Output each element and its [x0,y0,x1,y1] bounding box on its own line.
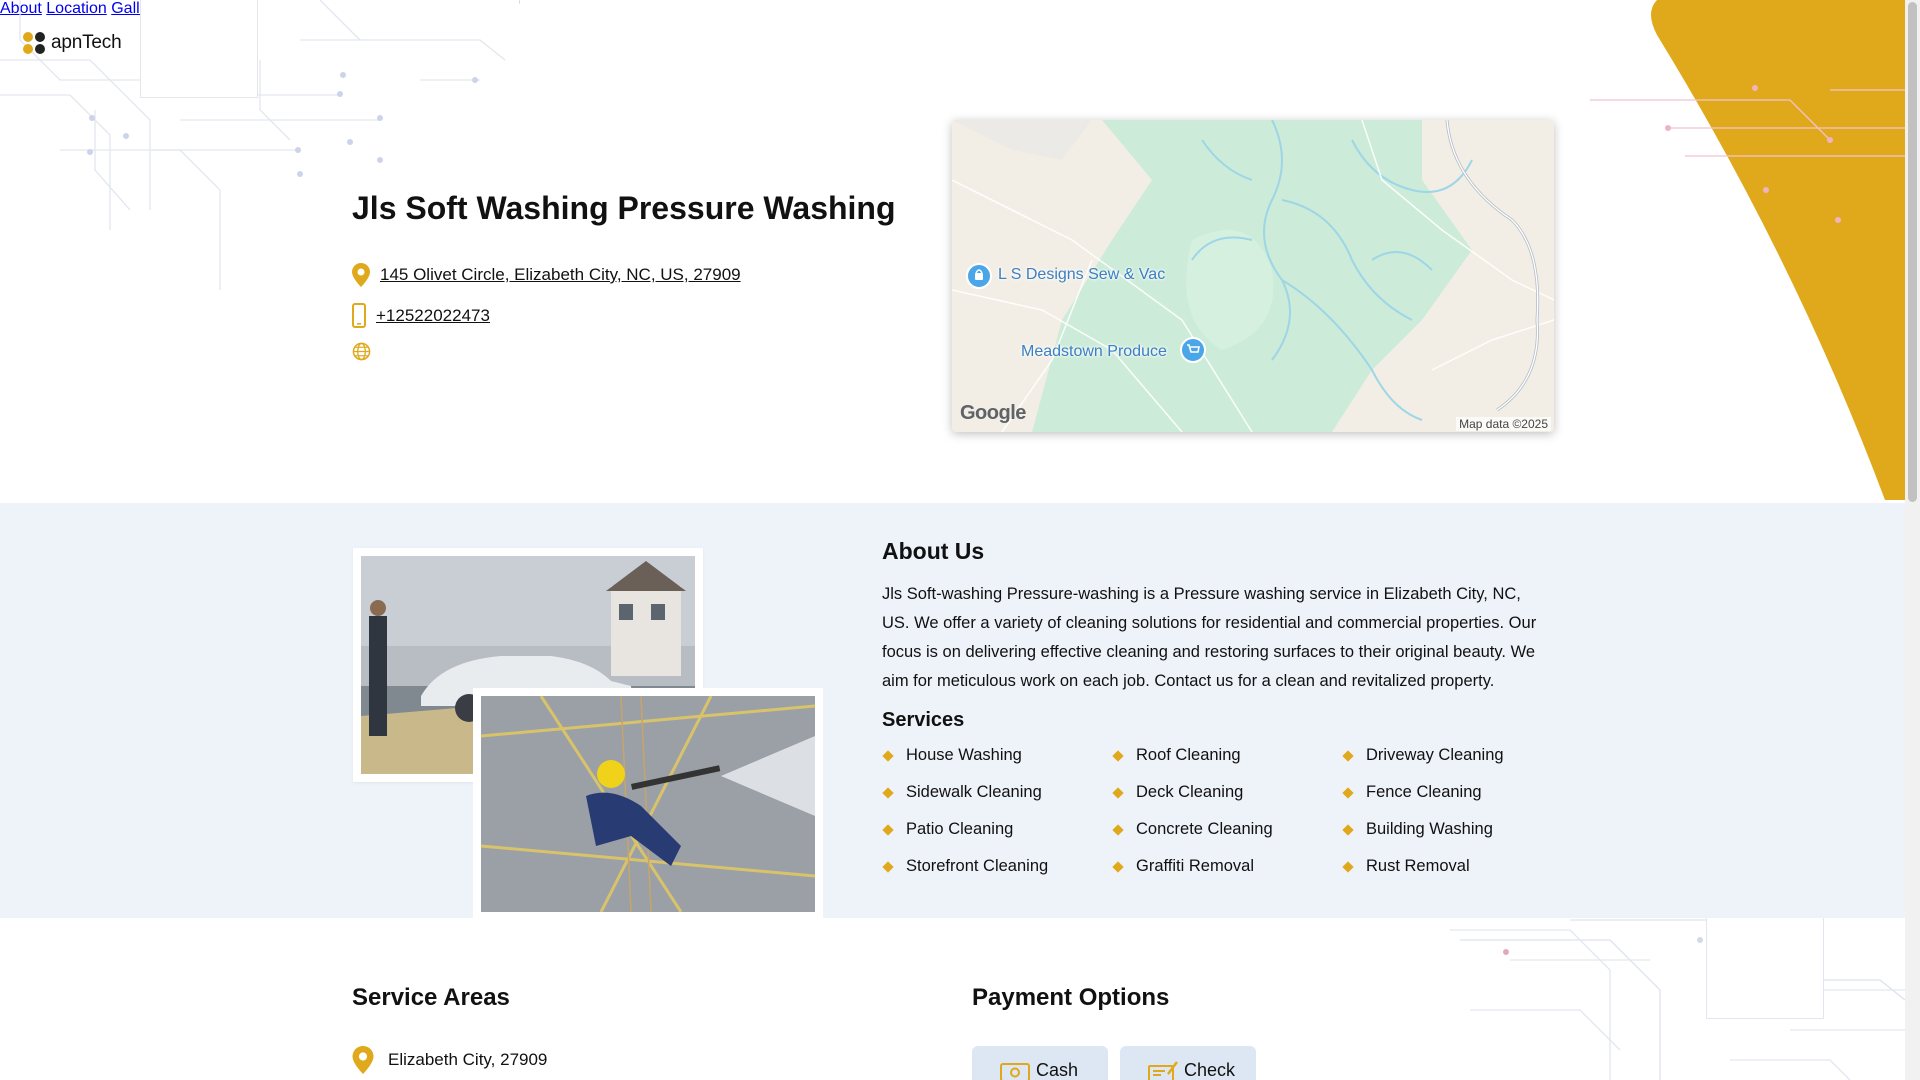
diamond-bullet-icon [1112,823,1124,836]
payment-option-cash[interactable]: Cash [972,1046,1108,1080]
map-marker-ls-designs [966,263,992,289]
service-item: Patio Cleaning [882,820,1112,839]
service-item: Deck Cleaning [1112,783,1342,802]
payment-options-title: Payment Options [972,984,1170,1011]
service-label: Sidewalk Cleaning [906,783,1042,801]
phone-icon [352,303,366,328]
service-label: House Washing [906,746,1022,764]
page-scrollbar[interactable] [1905,0,1920,1080]
map-marker-meadstown-produce [1180,337,1206,363]
address-row: 145 Olivet Circle, Elizabeth City, NC, U… [352,263,741,287]
service-area-item: Elizabeth City, 27909 [352,1046,547,1074]
diamond-bullet-icon [1342,823,1354,836]
payment-label: Cash [1036,1060,1079,1080]
service-item: Storefront Cleaning [882,857,1112,876]
service-label: Deck Cleaning [1136,783,1244,801]
nav-about[interactable]: About [0,0,42,17]
phone-row: +12522022473 [352,303,490,328]
diamond-bullet-icon [1112,786,1124,799]
diamond-bullet-icon [882,749,894,762]
service-label: Graffiti Removal [1136,857,1254,875]
services-title: Services [882,709,965,731]
worker-pressure-washing-photo [473,688,823,920]
website-row [352,342,371,361]
map-pin-icon [352,1046,374,1074]
service-areas-title: Service Areas [352,984,510,1011]
services-list: House Washing Roof Cleaning Driveway Cle… [882,746,1542,876]
yellow-accent-shape [1651,0,1905,500]
location-map[interactable]: L S Designs Sew & Vac Meadstown Produce … [952,120,1554,432]
diamond-bullet-icon [882,823,894,836]
globe-icon[interactable] [352,342,371,361]
service-item: Graffiti Removal [1112,857,1342,876]
service-label: Patio Cleaning [906,820,1014,838]
scrollbar-thumb[interactable] [1908,2,1917,502]
worker-pressure-washing-image [480,695,816,913]
service-label: Concrete Cleaning [1136,820,1273,838]
about-title: About Us [882,538,985,564]
logo[interactable]: apnTech [23,32,122,54]
map-attribution: Map data ©2025 [1456,417,1551,431]
service-label: Roof Cleaning [1136,746,1241,764]
diamond-bullet-icon [882,860,894,873]
main-nav: About Location Gallery [0,0,1905,18]
service-label: Driveway Cleaning [1366,746,1504,764]
check-icon [1148,1061,1178,1080]
logo-card-decoration [140,0,258,98]
nav-location[interactable]: Location [46,0,107,17]
google-logo: Google [960,402,1026,424]
map-place-meadstown-produce[interactable]: Meadstown Produce [1021,343,1167,361]
service-label: Rust Removal [1366,857,1470,875]
service-label: Fence Cleaning [1366,783,1482,801]
map-pin-icon [352,263,370,287]
cash-icon [1000,1063,1030,1080]
payment-label: Check [1184,1060,1236,1080]
service-label: Storefront Cleaning [906,857,1049,875]
service-item: Fence Cleaning [1342,783,1542,802]
service-item: Concrete Cleaning [1112,820,1342,839]
diamond-bullet-icon [1342,860,1354,873]
about-description: Jls Soft-washing Pressure-washing is a P… [882,585,1537,690]
diamond-bullet-icon [1112,860,1124,873]
diamond-bullet-icon [1342,786,1354,799]
circuit-chip [1706,903,1824,1019]
service-item: Driveway Cleaning [1342,746,1542,765]
diamond-bullet-icon [1342,749,1354,762]
service-item: Rust Removal [1342,857,1542,876]
business-name: Jls Soft Washing Pressure Washing [352,190,896,226]
service-area-label: Elizabeth City, 27909 [388,1050,548,1069]
service-item: Roof Cleaning [1112,746,1342,765]
address-link[interactable]: 145 Olivet Circle, Elizabeth City, NC, U… [380,265,741,285]
phone-link[interactable]: +12522022473 [376,306,490,326]
service-item: House Washing [882,746,1112,765]
page: apnTech About Location Gallery Jls Soft … [0,0,1905,1080]
payment-option-check[interactable]: Check [1120,1046,1256,1080]
diamond-bullet-icon [882,786,894,799]
service-label: Building Washing [1366,820,1493,838]
circuit-decoration-bottom-right [1450,929,1905,1080]
map-place-ls-designs[interactable]: L S Designs Sew & Vac [998,266,1165,284]
logo-text: apnTech [51,32,122,53]
logo-mark-icon [23,32,45,54]
service-item: Sidewalk Cleaning [882,783,1112,802]
service-item: Building Washing [1342,820,1542,839]
diamond-bullet-icon [1112,749,1124,762]
